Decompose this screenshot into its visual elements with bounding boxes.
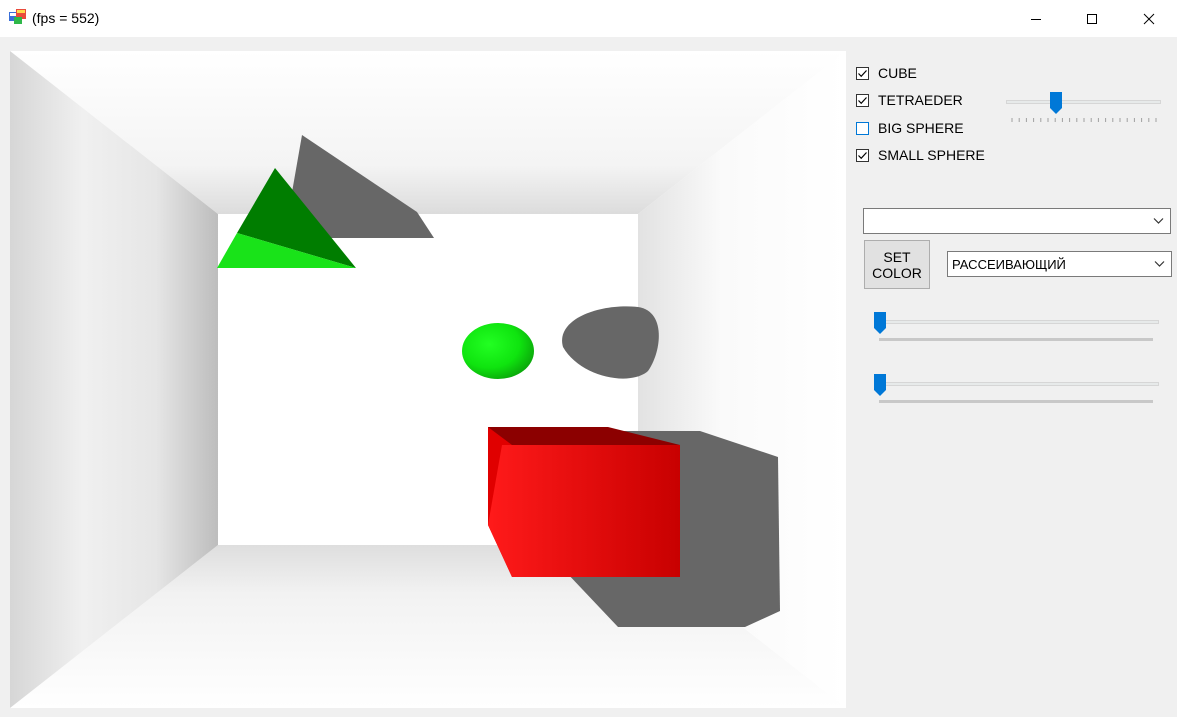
chevron-down-icon	[1154, 261, 1165, 267]
set-color-line1: SET	[883, 248, 911, 265]
checkbox-tetraeder-label: TETRAEDER	[878, 92, 963, 108]
window-title: (fps = 552)	[32, 10, 100, 26]
check-icon	[858, 96, 867, 104]
object-select[interactable]	[863, 208, 1171, 234]
checkbox-cube-box[interactable]	[856, 66, 869, 80]
checkbox-tetraeder[interactable]: TETRAEDER	[856, 90, 963, 110]
maximize-icon	[1087, 13, 1097, 24]
checkbox-big-sphere-label: BIG SPHERE	[878, 120, 964, 136]
checkbox-small-sphere-box[interactable]	[856, 148, 869, 162]
chevron-down-icon	[1153, 218, 1164, 224]
minimize-button[interactable]	[1008, 0, 1064, 37]
checkbox-small-sphere-label: SMALL SPHERE	[878, 147, 985, 163]
checkbox-big-sphere[interactable]: BIG SPHERE	[856, 118, 964, 138]
color-slider-1-thumb[interactable]	[874, 312, 886, 334]
tetra-slider-thumb[interactable]	[1050, 92, 1063, 114]
set-color-line2: COLOR	[872, 264, 922, 281]
light-type-select[interactable]: РАССЕИВАЮЩИЙ	[947, 251, 1172, 277]
checkbox-tetraeder-box[interactable]	[856, 93, 869, 107]
checkbox-cube[interactable]: CUBE	[856, 63, 917, 83]
maximize-button[interactable]	[1064, 0, 1120, 37]
color-slider-1-track[interactable]	[874, 320, 1159, 324]
color-slider-1-baseline	[879, 338, 1153, 341]
color-slider-2-baseline	[879, 400, 1153, 403]
minimize-icon	[1031, 18, 1041, 20]
app-icon	[9, 9, 26, 24]
color-slider-2-track[interactable]	[874, 382, 1159, 386]
checkbox-cube-label: CUBE	[878, 65, 917, 81]
tetra-slider-ticks	[1011, 118, 1157, 122]
cube-front-face	[488, 445, 680, 577]
color-slider-2-thumb[interactable]	[874, 374, 886, 396]
check-icon	[858, 151, 867, 159]
render-viewport[interactable]	[10, 51, 846, 708]
tetra-slider-track[interactable]	[1006, 100, 1161, 104]
check-icon	[858, 69, 867, 77]
light-type-value: РАССЕИВАЮЩИЙ	[952, 257, 1066, 272]
close-icon	[1143, 13, 1155, 24]
checkbox-small-sphere[interactable]: SMALL SPHERE	[856, 145, 985, 165]
close-button[interactable]	[1121, 0, 1177, 37]
checkbox-big-sphere-box[interactable]	[856, 121, 869, 135]
small-sphere	[462, 323, 534, 379]
set-color-button[interactable]: SET COLOR	[864, 240, 930, 289]
title-bar: (fps = 552)	[0, 0, 1177, 37]
